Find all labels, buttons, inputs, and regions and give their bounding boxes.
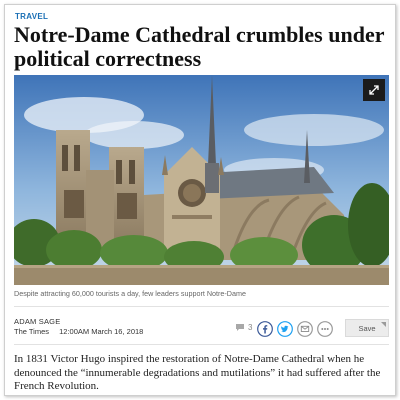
email-icon	[297, 321, 313, 337]
byline-meta: The Times 12:00AM March 16, 2018	[14, 327, 143, 336]
article-headline: Notre-Dame Cathedral crumbles under poli…	[14, 22, 385, 71]
author-name[interactable]: ADAM SAGE	[14, 317, 60, 326]
hero-image	[14, 75, 389, 285]
divider	[14, 306, 389, 307]
comment-count: 3	[248, 323, 253, 332]
share-email-button[interactable]	[297, 321, 313, 337]
expand-icon	[369, 85, 379, 95]
share-twitter-button[interactable]	[277, 321, 293, 337]
comments-button[interactable]: 3	[235, 323, 252, 332]
publication-name: The Times	[14, 327, 50, 336]
publish-date: 12:00AM March 16, 2018	[59, 327, 144, 336]
section-link[interactable]: TRAVEL	[15, 12, 48, 21]
more-icon	[317, 321, 333, 337]
comment-icon	[236, 324, 244, 331]
twitter-icon	[277, 321, 293, 337]
expand-image-button[interactable]	[363, 79, 385, 101]
article-body: In 1831 Victor Hugo inspired the restora…	[14, 353, 381, 393]
divider	[14, 344, 389, 345]
image-caption: Despite attracting 60,000 tourists a day…	[14, 289, 246, 298]
save-article-button[interactable]: Save	[345, 319, 389, 337]
share-facebook-button[interactable]	[257, 321, 273, 337]
facebook-icon	[257, 321, 273, 337]
share-more-button[interactable]	[317, 321, 333, 337]
cathedral-photo	[14, 75, 389, 285]
article-card: TRAVEL Notre-Dame Cathedral crumbles und…	[4, 4, 396, 396]
